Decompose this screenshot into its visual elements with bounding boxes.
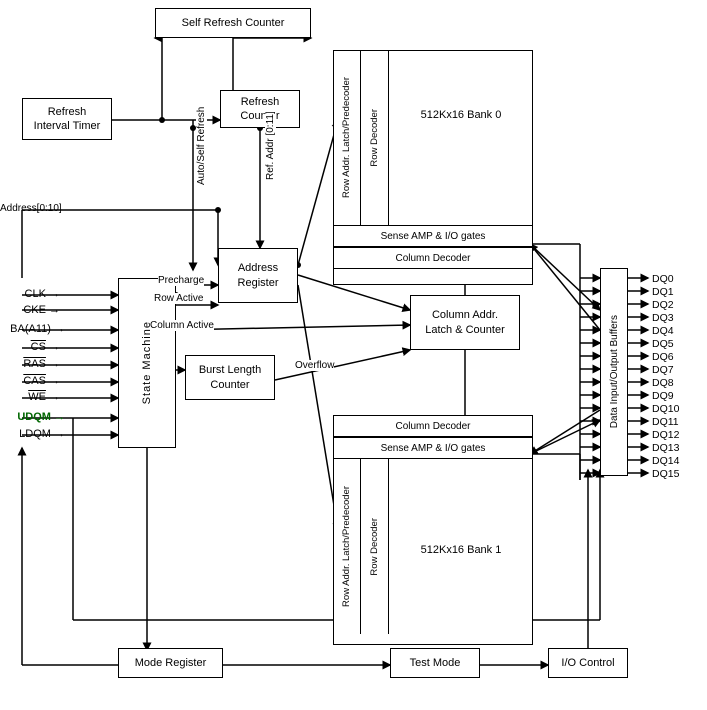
dq8-label: DQ8 bbox=[652, 377, 674, 389]
refresh-counter-box: Refresh Counter bbox=[220, 90, 300, 128]
column-decoder-bank0-label: Column Decoder bbox=[395, 252, 470, 265]
row-latch-predecoder-bank1-label: Row Addr. Latch/Predecoder bbox=[341, 486, 352, 607]
row-active-label: Row Active bbox=[154, 293, 203, 304]
ba-label: BA(A11) → bbox=[0, 323, 65, 335]
address-register-label: Address Register bbox=[238, 261, 279, 290]
mode-register-label: Mode Register bbox=[135, 656, 207, 670]
cs-label: CS → bbox=[0, 341, 60, 353]
udqm-label: UDQM → bbox=[0, 411, 65, 423]
row-decoder-bank0-label: Row Decoder bbox=[369, 109, 380, 167]
we-label: WE → bbox=[0, 391, 60, 403]
dq2-label: DQ2 bbox=[652, 299, 674, 311]
clk-label: CLK → bbox=[0, 288, 60, 300]
bank1-content: 512Kx16 Bank 1 bbox=[389, 490, 533, 610]
bank0-label: 512Kx16 Bank 0 bbox=[421, 107, 502, 124]
row-decoder-bank1: Row Decoder bbox=[361, 459, 389, 634]
dq14-label: DQ14 bbox=[652, 455, 679, 467]
dq11-label: DQ11 bbox=[652, 416, 679, 428]
column-addr-latch-box: Column Addr. Latch & Counter bbox=[410, 295, 520, 350]
refresh-interval-timer-label: Refresh Interval Timer bbox=[34, 105, 101, 134]
dq9-label: DQ9 bbox=[652, 390, 674, 402]
dq4-label: DQ4 bbox=[652, 325, 674, 337]
ref-addr-label: Ref. Addr [0:11] bbox=[265, 111, 276, 180]
row-decoder-bank0: Row Decoder bbox=[361, 50, 389, 225]
row-latch-predecoder-bank0: Row Addr. Latch/Predecoder bbox=[333, 50, 361, 225]
column-decoder-bank0-box: Column Decoder bbox=[333, 247, 533, 269]
bank0-content: 512Kx16 Bank 0 bbox=[389, 55, 533, 175]
row-latch-predecoder-bank1: Row Addr. Latch/Predecoder bbox=[333, 459, 361, 634]
test-mode-box: Test Mode bbox=[390, 648, 480, 678]
ras-label: RAS → bbox=[0, 358, 60, 370]
address-register-box: Address Register bbox=[218, 248, 298, 303]
data-io-buffers-label: Data Input/Output Buffers bbox=[608, 315, 621, 428]
dq10-label: DQ10 bbox=[652, 403, 679, 415]
dq0-label: DQ0 bbox=[652, 273, 674, 285]
data-io-buffers-box: Data Input/Output Buffers bbox=[600, 268, 628, 476]
refresh-interval-timer-box: Refresh Interval Timer bbox=[22, 98, 112, 140]
io-control-label: I/O Control bbox=[561, 656, 614, 670]
column-addr-latch-label: Column Addr. Latch & Counter bbox=[425, 308, 505, 337]
address-label: Address[0:10] bbox=[0, 203, 90, 214]
cke-label: CKE → bbox=[0, 304, 60, 316]
burst-length-counter-label: Burst Length Counter bbox=[199, 363, 261, 392]
cas-label: CAS → bbox=[0, 375, 60, 387]
sense-amp-bank0-label: Sense AMP & I/O gates bbox=[381, 230, 486, 243]
diagram: Self Refresh Counter Refresh Interval Ti… bbox=[0, 0, 707, 710]
column-active-label: Column Active bbox=[150, 320, 214, 331]
dq6-label: DQ6 bbox=[652, 351, 674, 363]
dq3-label: DQ3 bbox=[652, 312, 674, 324]
overflow-label: Overflow bbox=[295, 360, 334, 371]
row-decoder-bank1-label: Row Decoder bbox=[369, 518, 380, 576]
sense-amp-bank1-label: Sense AMP & I/O gates bbox=[381, 442, 486, 455]
ldqm-label: LDQM → bbox=[0, 428, 65, 440]
dq13-label: DQ13 bbox=[652, 442, 679, 454]
dq1-label: DQ1 bbox=[652, 286, 674, 298]
column-decoder-bank1-label: Column Decoder bbox=[395, 420, 470, 433]
mode-register-box: Mode Register bbox=[118, 648, 223, 678]
column-decoder-bank1-box: Column Decoder bbox=[333, 415, 533, 437]
dq15-label: DQ15 bbox=[652, 468, 679, 480]
io-control-box: I/O Control bbox=[548, 648, 628, 678]
dq5-label: DQ5 bbox=[652, 338, 674, 350]
dq12-label: DQ12 bbox=[652, 429, 679, 441]
bank1-label: 512Kx16 Bank 1 bbox=[421, 542, 502, 559]
sense-amp-bank0-box: Sense AMP & I/O gates bbox=[333, 225, 533, 247]
burst-length-counter-box: Burst Length Counter bbox=[185, 355, 275, 400]
sense-amp-bank1-box: Sense AMP & I/O gates bbox=[333, 437, 533, 459]
test-mode-label: Test Mode bbox=[410, 656, 461, 670]
self-refresh-counter-label: Self Refresh Counter bbox=[182, 16, 285, 30]
dq7-label: DQ7 bbox=[652, 364, 674, 376]
precharge-label: Precharge bbox=[158, 275, 204, 286]
row-latch-predecoder-bank0-label: Row Addr. Latch/Predecoder bbox=[341, 77, 352, 198]
self-refresh-counter-box: Self Refresh Counter bbox=[155, 8, 311, 38]
state-machine-label: State Machine bbox=[140, 321, 154, 404]
auto-self-refresh-label: Auto/Self Refresh bbox=[196, 107, 207, 185]
